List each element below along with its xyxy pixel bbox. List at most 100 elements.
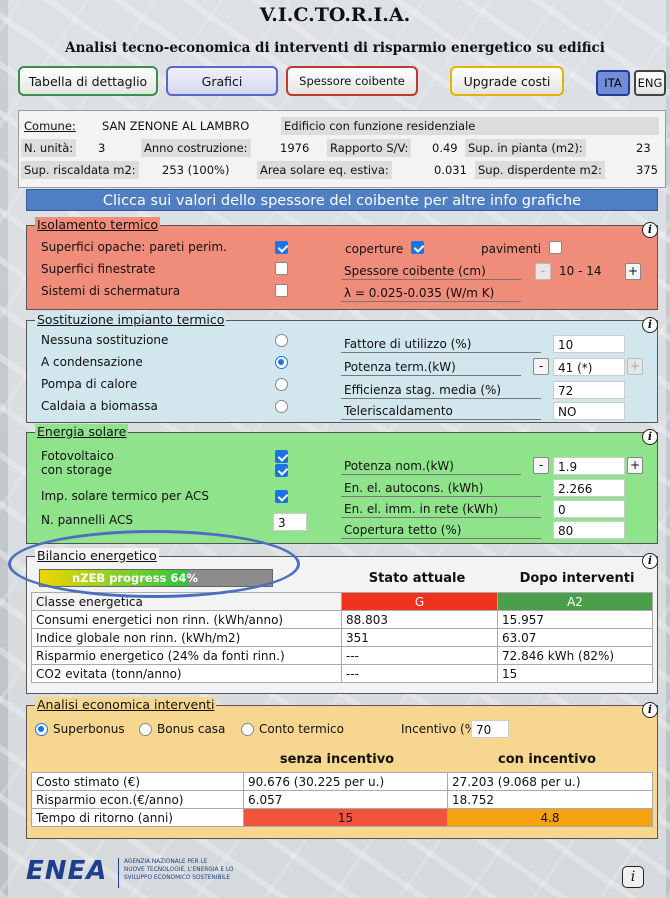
agency-line3: SVILUPPO ECONOMICO SOSTENIBILE xyxy=(124,875,231,881)
option-biomassa-label: Caldaia a biomassa xyxy=(41,399,158,413)
comune-label[interactable]: Comune: xyxy=(21,117,79,135)
spessore-minus-button[interactable]: - xyxy=(535,263,551,280)
pareti-label: Superfici opache: pareti perim. xyxy=(41,240,227,254)
option-nessuna-radio[interactable] xyxy=(275,334,288,347)
efficienza-value[interactable]: 72 xyxy=(553,381,625,399)
pannelli-value[interactable]: 3 xyxy=(273,513,307,531)
sv-label: Rapporto S/V: xyxy=(327,139,412,157)
schermatura-checkbox[interactable] xyxy=(275,284,288,297)
potenza-term-label: Potenza term.(kW) xyxy=(341,358,521,376)
rete-label: En. el. imm. in rete (kWh) xyxy=(341,500,541,518)
economica-table: Costo stimato (€) 90.676 (30.225 per u.)… xyxy=(31,772,653,827)
row-label: Consumi energetici non rinn. (kWh/anno) xyxy=(31,610,342,629)
pareti-checkbox[interactable] xyxy=(275,241,288,254)
lambda-text: λ = 0.025-0.035 (W/m K) xyxy=(341,284,521,302)
row-attuale: 351 xyxy=(341,628,498,647)
fattore-value[interactable]: 10 xyxy=(553,335,625,353)
sostituzione-title: Sostituzione impianto termico xyxy=(35,312,227,327)
spessore-plus-button[interactable]: + xyxy=(625,263,641,280)
finestrate-checkbox[interactable] xyxy=(275,262,288,275)
table-row: CO2 evitata (tonn/anno) --- 15 xyxy=(31,664,653,683)
highlight-ellipse xyxy=(8,530,300,598)
upgrade-costi-button[interactable]: Upgrade costi xyxy=(450,66,564,96)
col-dopo-interventi: Dopo interventi xyxy=(519,571,635,586)
potenza-nom-plus-button[interactable]: + xyxy=(627,457,643,474)
table-row: Tempo di ritorno (anni) 15 4.8 xyxy=(31,808,653,827)
row-dopo: 15 xyxy=(497,664,653,683)
anno-value: 1976 xyxy=(280,141,310,155)
bilancio-table: Classe energetica G A2 Consumi energetic… xyxy=(31,592,653,683)
solare-info-icon[interactable]: i xyxy=(642,429,658,445)
row-label: Tempo di ritorno (anni) xyxy=(31,808,244,827)
storage-checkbox[interactable] xyxy=(275,464,288,477)
solare-panel: Energia solare i Fotovoltaico con storag… xyxy=(26,424,658,544)
schermatura-label: Sistemi di schermatura xyxy=(41,284,181,298)
building-info: Comune: SAN ZENONE AL LAMBRO Edificio co… xyxy=(18,110,666,188)
potenza-nom-minus-button[interactable]: - xyxy=(533,457,549,474)
row-senza: 6.057 xyxy=(243,790,448,809)
row-senza: 90.676 (30.225 per u.) xyxy=(243,772,448,791)
economica-panel: Analisi economica interventi i Superbonu… xyxy=(26,697,658,839)
table-row: Risparmio energetico (24% da fonti rinn.… xyxy=(31,646,653,665)
superbonus-radio[interactable] xyxy=(35,723,48,736)
spessore-coibente-button[interactable]: Spessore coibente xyxy=(286,66,418,96)
option-condensazione-radio[interactable] xyxy=(275,356,288,369)
area-value: 0.031 xyxy=(434,163,467,177)
grafici-button[interactable]: Grafici xyxy=(166,66,278,96)
acs-label: Imp. solare termico per ACS xyxy=(41,489,209,503)
option-pompa-label: Pompa di calore xyxy=(41,377,138,391)
classe-attuale: G xyxy=(341,592,498,611)
area-label: Area solare eq. estiva: xyxy=(257,161,392,179)
coperture-checkbox[interactable] xyxy=(411,241,424,254)
teleris-label: Teleriscaldamento xyxy=(341,402,541,420)
app-subtitle: Analisi tecno-economica di interventi di… xyxy=(65,40,605,56)
economica-info-icon[interactable]: i xyxy=(642,702,658,718)
fotovoltaico-checkbox[interactable] xyxy=(275,450,288,463)
unita-value: 3 xyxy=(98,141,106,155)
copertura-label: Copertura tetto (%) xyxy=(341,521,541,539)
classe-dopo: A2 xyxy=(497,592,653,611)
fotovoltaico-label: Fotovoltaico xyxy=(41,449,114,463)
col-senza-incentivo: senza incentivo xyxy=(279,752,395,767)
acs-checkbox[interactable] xyxy=(275,490,288,503)
bonus-casa-radio[interactable] xyxy=(139,723,152,736)
sostituzione-info-icon[interactable]: i xyxy=(642,317,658,333)
option-biomassa-radio[interactable] xyxy=(275,400,288,413)
table-row: Indice globale non rinn. (kWh/m2) 351 63… xyxy=(31,628,653,647)
tabella-dettaglio-button[interactable]: Tabella di dettaglio xyxy=(18,66,158,96)
economica-title: Analisi economica interventi xyxy=(35,697,217,712)
comune-value: SAN ZENONE AL LAMBRO xyxy=(102,119,250,133)
copertura-value[interactable]: 80 xyxy=(553,521,625,539)
isolamento-info-icon[interactable]: i xyxy=(642,222,658,238)
lang-eng-button[interactable]: ENG xyxy=(634,70,666,96)
potenza-nom-value[interactable]: 1.9 xyxy=(553,457,625,475)
funzione-text: Edificio con funzione residenziale xyxy=(281,117,659,135)
efficienza-label: Efficienza stag. media (%) xyxy=(341,381,541,399)
potenza-term-plus-button[interactable]: + xyxy=(627,358,643,375)
agency-line2: NUOVE TECNOLOGIE, L'ENERGIA E LO xyxy=(124,867,234,873)
option-pompa-radio[interactable] xyxy=(275,378,288,391)
row-label: Risparmio econ.(€/anno) xyxy=(31,790,244,809)
autocons-value: 2.266 xyxy=(553,479,625,497)
storage-label: con storage xyxy=(41,463,112,477)
conto-termico-radio[interactable] xyxy=(241,723,254,736)
col-stato-attuale: Stato attuale xyxy=(368,571,466,586)
bonus-casa-label: Bonus casa xyxy=(157,722,226,736)
bilancio-info-icon[interactable]: i xyxy=(642,553,658,569)
app-title: V.I.C.TO.R.I.A. xyxy=(259,4,411,26)
row-label: CO2 evitata (tonn/anno) xyxy=(31,664,342,683)
potenza-term-minus-button[interactable]: - xyxy=(533,358,549,375)
potenza-nom-label: Potenza nom.(kW) xyxy=(341,457,521,475)
incentivo-value[interactable]: 70 xyxy=(471,720,509,738)
pavimenti-checkbox[interactable] xyxy=(549,241,562,254)
lang-ita-button[interactable]: ITA xyxy=(596,70,630,96)
footer-info-icon[interactable]: i xyxy=(622,866,644,888)
row-attuale: --- xyxy=(341,664,498,683)
disp-value: 375 xyxy=(636,163,658,177)
row-label: Risparmio energetico (24% da fonti rinn.… xyxy=(31,646,342,665)
enea-logo-text: ENEA xyxy=(26,856,108,886)
potenza-term-value[interactable]: 41 (*) xyxy=(553,358,625,376)
teleris-value[interactable]: NO xyxy=(553,402,625,420)
spessore-info-banner[interactable]: Clicca sui valori dello spessore del coi… xyxy=(26,189,658,211)
spessore-value[interactable]: 10 - 14 xyxy=(559,264,602,278)
